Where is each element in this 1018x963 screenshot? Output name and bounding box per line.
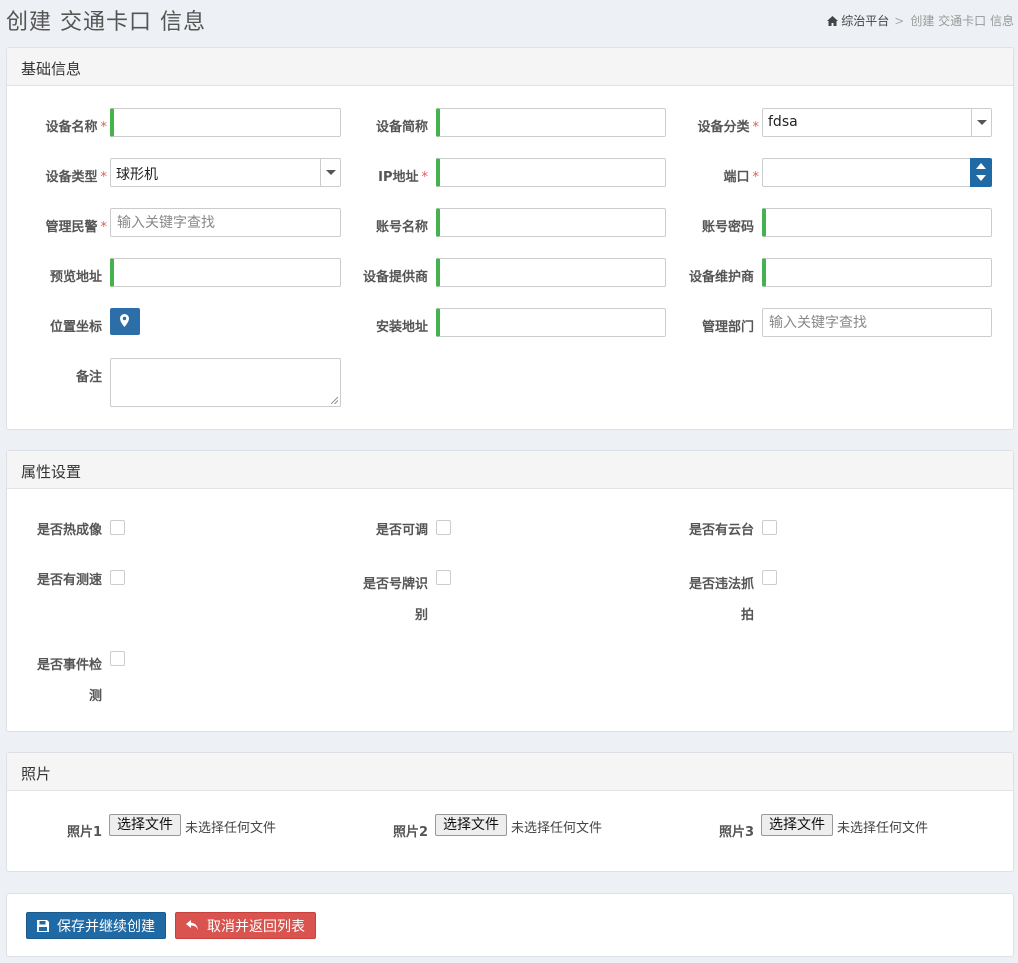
dept-label: 管理部门 xyxy=(701,320,754,335)
ip-label: IP地址 * xyxy=(378,170,428,185)
location-button[interactable] xyxy=(110,308,140,335)
breadcrumb: 综治平台 > 创建 交通卡口 信息 xyxy=(827,12,1014,29)
breadcrumb-current: 创建 交通卡口 信息 xyxy=(910,14,1014,28)
port-spinner[interactable] xyxy=(970,158,992,187)
device-short-label: 设备简称 xyxy=(375,120,428,135)
port-field[interactable] xyxy=(762,158,992,187)
device-type-label: 设备类型 * xyxy=(45,170,107,185)
violation-checkbox[interactable] xyxy=(762,570,777,585)
account-name-input[interactable] xyxy=(440,209,665,236)
maintainer-field[interactable] xyxy=(762,258,992,287)
ptz-checkbox[interactable] xyxy=(762,520,777,535)
ip-field[interactable] xyxy=(436,158,666,187)
ptz-label: 是否有云台 xyxy=(688,523,754,538)
install-addr-label: 安装地址 xyxy=(375,320,428,335)
page-title: 创建 交通卡口 信息 xyxy=(6,10,206,35)
photo1-label: 照片1 xyxy=(66,825,102,840)
basic-info-heading: 基础信息 xyxy=(7,48,1013,86)
photo2-label: 照片2 xyxy=(392,825,428,840)
install-addr-field[interactable] xyxy=(436,308,666,337)
account-pwd-field[interactable] xyxy=(762,208,992,237)
basic-info-panel: 基础信息 设备名称 * 设备简称 设备分类 * fdsa 设备类型 * 球形机 IP地… xyxy=(6,47,1014,430)
photo2-file-status: 未选择任何文件 xyxy=(511,821,603,836)
home-icon xyxy=(827,15,839,26)
device-name-label: 设备名称 * xyxy=(45,120,107,135)
device-name-input[interactable] xyxy=(114,109,340,136)
event-label: 是否事件检 测 xyxy=(36,658,102,704)
attributes-heading: 属性设置 xyxy=(7,451,1013,489)
breadcrumb-home[interactable]: 综治平台 xyxy=(827,12,889,29)
maintainer-label: 设备维护商 xyxy=(688,270,754,285)
speed-label: 是否有测速 xyxy=(36,573,102,588)
preview-input[interactable] xyxy=(114,259,340,286)
account-name-field[interactable] xyxy=(436,208,666,237)
provider-input[interactable] xyxy=(440,259,665,286)
photos-heading: 照片 xyxy=(7,753,1013,791)
save-continue-button[interactable]: 保存并继续创建 xyxy=(26,912,166,939)
device-short-input[interactable] xyxy=(440,109,665,136)
account-name-label: 账号名称 xyxy=(375,220,428,235)
photo3-label: 照片3 xyxy=(718,825,754,840)
port-label: 端口 * xyxy=(723,170,759,185)
undo-icon xyxy=(186,919,198,930)
event-checkbox[interactable] xyxy=(110,651,125,666)
remark-textarea[interactable] xyxy=(110,358,341,407)
speed-checkbox[interactable] xyxy=(110,570,125,585)
chevron-down-icon[interactable] xyxy=(320,159,340,186)
breadcrumb-home-label: 综治平台 xyxy=(841,14,890,28)
device-name-field[interactable] xyxy=(110,108,341,137)
map-marker-icon xyxy=(120,314,129,327)
actions-panel: 保存并继续创建 取消并返回列表 xyxy=(6,893,1014,957)
account-pwd-label: 账号密码 xyxy=(701,220,754,235)
plate-checkbox[interactable] xyxy=(436,570,451,585)
photo3-choose-button[interactable]: 选择文件 xyxy=(761,814,833,836)
preview-label: 预览地址 xyxy=(49,270,102,285)
photo2-choose-button[interactable]: 选择文件 xyxy=(435,814,507,836)
adjustable-checkbox[interactable] xyxy=(436,520,451,535)
device-category-label: 设备分类 * xyxy=(697,120,759,135)
thermal-label: 是否热成像 xyxy=(36,523,102,538)
save-continue-label: 保存并继续创建 xyxy=(57,918,155,935)
photo1-choose-button[interactable]: 选择文件 xyxy=(109,814,181,836)
chevron-down-icon[interactable] xyxy=(971,109,991,136)
dept-input[interactable] xyxy=(763,309,991,336)
plate-label: 是否号牌识 别 xyxy=(362,577,428,623)
photos-panel: 照片 照片1 选择文件 未选择任何文件 照片2 选择文件 未选择任何文件 照片3… xyxy=(6,752,1014,872)
location-label: 位置坐标 xyxy=(49,320,102,335)
device-short-field[interactable] xyxy=(436,108,666,137)
police-field[interactable] xyxy=(110,208,341,237)
thermal-checkbox[interactable] xyxy=(110,520,125,535)
arrow-up-icon[interactable] xyxy=(976,163,986,169)
police-label: 管理民警 * xyxy=(45,220,107,235)
remark-label: 备注 xyxy=(75,370,102,385)
police-input[interactable] xyxy=(111,209,340,236)
device-category-value: fdsa xyxy=(768,114,798,130)
breadcrumb-separator: > xyxy=(894,13,905,28)
violation-label: 是否违法抓 拍 xyxy=(688,577,754,623)
photo1-file-status: 未选择任何文件 xyxy=(185,821,277,836)
photo3-file-status: 未选择任何文件 xyxy=(837,821,929,836)
provider-field[interactable] xyxy=(436,258,666,287)
preview-field[interactable] xyxy=(110,258,341,287)
install-addr-input[interactable] xyxy=(440,309,665,336)
device-type-select[interactable]: 球形机 xyxy=(110,158,341,187)
adjustable-label: 是否可调 xyxy=(375,523,428,538)
port-input[interactable] xyxy=(763,159,991,186)
dept-field[interactable] xyxy=(762,308,992,337)
cancel-return-label: 取消并返回列表 xyxy=(207,918,305,935)
maintainer-input[interactable] xyxy=(766,259,991,286)
device-category-select[interactable]: fdsa xyxy=(762,108,992,137)
page-header: 创建 交通卡口 信息 综治平台 > 创建 交通卡口 信息 xyxy=(0,0,1018,40)
cancel-return-button[interactable]: 取消并返回列表 xyxy=(175,912,316,939)
device-type-value: 球形机 xyxy=(116,167,158,183)
attributes-panel: 属性设置 是否热成像 是否可调 是否有云台 是否有测速 是否号牌识 别 是否违法… xyxy=(6,450,1014,732)
ip-input[interactable] xyxy=(440,159,665,186)
account-pwd-input[interactable] xyxy=(766,209,991,236)
arrow-down-icon[interactable] xyxy=(976,175,986,181)
provider-label: 设备提供商 xyxy=(362,270,428,285)
save-icon xyxy=(37,919,49,932)
